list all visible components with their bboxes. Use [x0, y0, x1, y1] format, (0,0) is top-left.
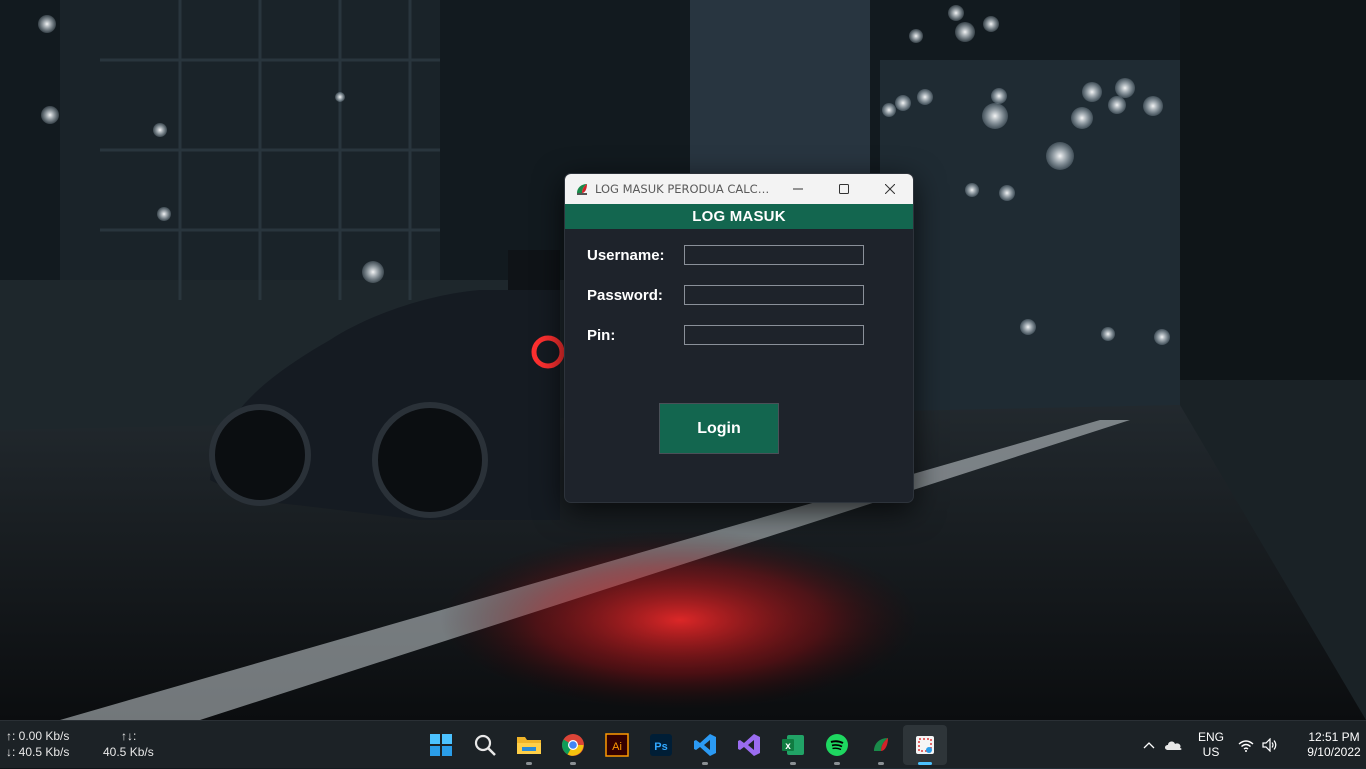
password-label: Password:	[587, 286, 663, 304]
search-icon	[474, 734, 496, 756]
network-speed-widget[interactable]: ↑: 0.00 Kb/s ↓: 40.5 Kb/s	[6, 728, 69, 760]
photoshop-button[interactable]: Ps	[639, 721, 683, 769]
maximize-icon	[839, 184, 849, 194]
username-input[interactable]	[684, 245, 864, 265]
start-icon	[430, 734, 452, 756]
illustrator-button[interactable]: Ai	[595, 721, 639, 769]
wifi-icon	[1238, 739, 1254, 752]
visual-studio-icon	[738, 734, 760, 756]
maximize-button[interactable]	[821, 174, 867, 204]
spotify-icon	[826, 734, 848, 756]
pin-row: Pin:	[587, 325, 864, 345]
vscode-icon	[694, 734, 716, 756]
close-icon	[885, 184, 895, 194]
network-total-widget[interactable]: ↑↓: 40.5 Kb/s	[103, 728, 154, 760]
clock-time: 12:51 PM	[1308, 730, 1360, 744]
excel-icon: x	[782, 735, 804, 755]
download-speed: ↓: 40.5 Kb/s	[6, 745, 70, 759]
taskbar: ↑: 0.00 Kb/s ↓: 40.5 Kb/s ↑↓: 40.5 Kb/s	[0, 720, 1366, 768]
vscode-button[interactable]	[683, 721, 727, 769]
perodua-app-icon	[874, 738, 888, 751]
pin-input[interactable]	[684, 325, 864, 345]
username-label: Username:	[587, 246, 665, 264]
chrome-button[interactable]	[551, 721, 595, 769]
cloud-icon	[1165, 741, 1182, 750]
language-indicator[interactable]: ENG US	[1188, 730, 1234, 760]
close-button[interactable]	[867, 174, 913, 204]
login-button[interactable]: Login	[659, 403, 779, 454]
start-button[interactable]	[419, 721, 463, 769]
illustrator-icon: Ai	[605, 733, 629, 757]
network-button[interactable]	[1234, 739, 1258, 752]
system-tray: ENG US 12:51 PM 9/10/2022	[1140, 721, 1366, 769]
speaker-icon	[1262, 738, 1277, 752]
svg-text:Ai: Ai	[612, 741, 622, 753]
minimize-icon	[793, 188, 803, 190]
language-label: ENG	[1197, 730, 1224, 744]
perodua-app-icon	[574, 181, 590, 197]
svg-text:Ps: Ps	[654, 741, 667, 753]
chrome-icon	[562, 734, 584, 756]
password-row: Password:	[587, 285, 864, 305]
pin-label: Pin:	[587, 326, 616, 344]
minimize-button[interactable]	[775, 174, 821, 204]
snipping-tool-icon	[916, 736, 934, 754]
total-speed-value: 40.5 Kb/s	[103, 745, 154, 759]
login-header: LOG MASUK	[565, 204, 913, 229]
perodua-app-button[interactable]	[859, 721, 903, 769]
password-input[interactable]	[684, 285, 864, 305]
onedrive-button[interactable]	[1158, 738, 1188, 752]
clock-date: 9/10/2022	[1307, 745, 1361, 759]
total-speed-label: ↑↓:	[121, 729, 137, 743]
username-row: Username:	[587, 245, 864, 265]
chevron-up-icon	[1143, 742, 1155, 749]
search-button[interactable]	[463, 721, 507, 769]
svg-text:x: x	[785, 741, 791, 752]
upload-speed: ↑: 0.00 Kb/s	[6, 729, 70, 743]
excel-button[interactable]: x	[771, 721, 815, 769]
file-explorer-icon	[517, 737, 541, 754]
clock[interactable]: 12:51 PM 9/10/2022	[1296, 730, 1366, 760]
region-label: US	[1202, 745, 1220, 759]
window-title: LOG MASUK PERODUA CALCUL...	[595, 182, 775, 196]
photoshop-icon: Ps	[650, 734, 672, 756]
snipping-tool-button[interactable]	[903, 725, 947, 765]
volume-button[interactable]	[1258, 738, 1282, 752]
spotify-button[interactable]	[815, 721, 859, 769]
show-hidden-icons-button[interactable]	[1140, 741, 1158, 749]
login-window: LOG MASUK PERODUA CALCUL... LOG MASUK Us…	[564, 173, 914, 503]
title-bar[interactable]: LOG MASUK PERODUA CALCUL...	[565, 174, 913, 204]
visual-studio-button[interactable]	[727, 721, 771, 769]
file-explorer-button[interactable]	[507, 721, 551, 769]
